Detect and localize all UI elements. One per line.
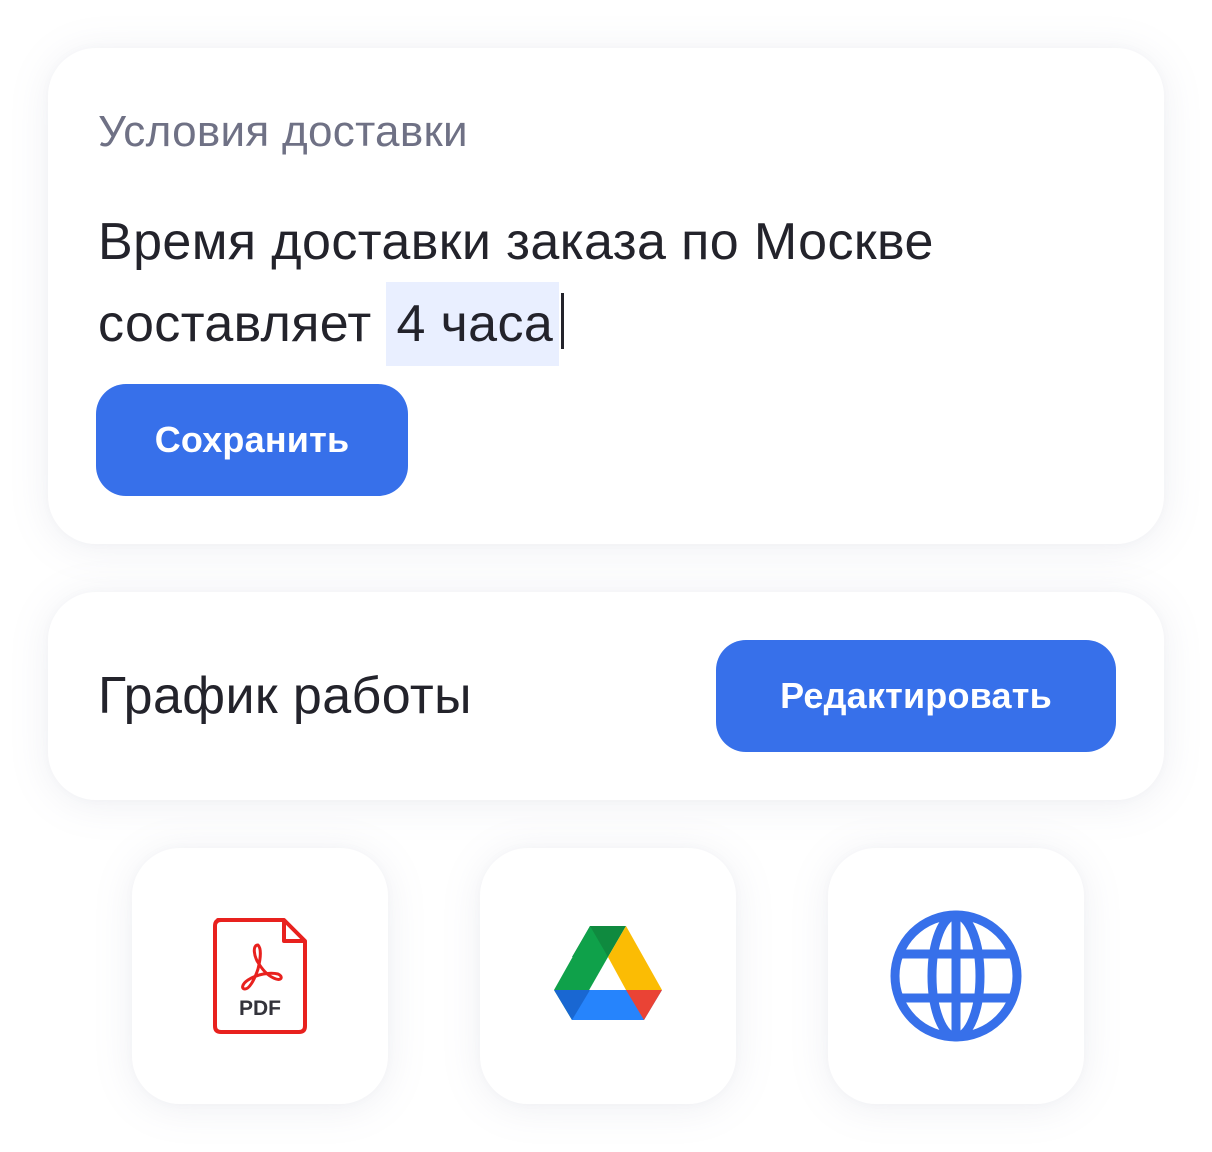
delivery-text-prefix: составляет <box>98 295 372 353</box>
google-drive-icon <box>554 926 662 1020</box>
save-button[interactable]: Сохранить <box>96 384 408 496</box>
work-schedule-card: График работы Редактировать <box>48 592 1164 800</box>
pdf-tile[interactable]: PDF <box>132 848 388 1104</box>
svg-text:PDF: PDF <box>239 997 281 1020</box>
delivery-text-editor[interactable]: Время доставки заказа по Москве составля… <box>98 202 1098 366</box>
google-drive-tile[interactable] <box>480 848 736 1104</box>
delivery-text-line-1: Время доставки заказа по Москве <box>98 213 934 271</box>
delivery-conditions-card: Условия доставки Время доставки заказа п… <box>48 48 1164 544</box>
delivery-text-line-2: составляет 4 часа <box>98 282 1098 366</box>
delivery-conditions-label: Условия доставки <box>98 107 468 156</box>
work-schedule-title: График работы <box>98 667 472 725</box>
globe-icon <box>890 910 1022 1042</box>
edit-schedule-button[interactable]: Редактировать <box>716 640 1116 752</box>
website-tile[interactable] <box>828 848 1084 1104</box>
text-caret <box>561 293 565 349</box>
selected-text: 4 часа <box>386 282 560 366</box>
pdf-icon: PDF <box>213 918 307 1034</box>
